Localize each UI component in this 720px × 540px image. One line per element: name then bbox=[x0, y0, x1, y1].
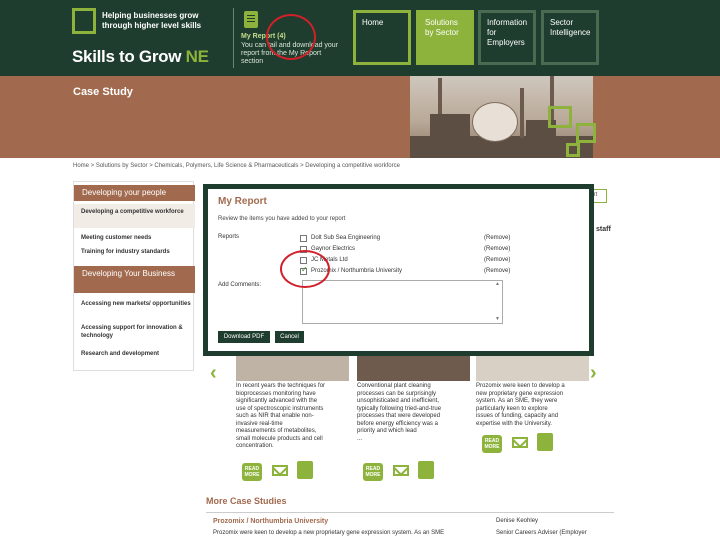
background-text-fragment: staff bbox=[596, 226, 611, 233]
report-name: JC Metals Ltd bbox=[311, 257, 348, 263]
my-report-link[interactable]: My Report (4) bbox=[241, 33, 286, 40]
cancel-button[interactable]: Cancel bbox=[275, 331, 304, 343]
case-study-image bbox=[357, 355, 470, 381]
remove-link[interactable]: (Remove) bbox=[484, 246, 510, 252]
read-more-button[interactable]: READ MORE bbox=[363, 463, 383, 481]
report-row: Prozomix / Northumbria University (Remov… bbox=[300, 265, 520, 277]
case-study-card: In recent years the techniques for biopro… bbox=[236, 355, 349, 483]
page-title: Case Study bbox=[73, 86, 133, 98]
read-more-button[interactable]: READ MORE bbox=[482, 435, 502, 453]
nav-sector-intelligence[interactable]: Sector Intelligence bbox=[541, 10, 599, 65]
more-case-studies-section: More Case Studies bbox=[206, 496, 614, 513]
contact-name: Denise Keohley bbox=[496, 518, 539, 524]
left-sidebar: Developing your people Developing a comp… bbox=[73, 181, 195, 371]
chimney bbox=[520, 88, 524, 138]
logo-tagline-line1: Helping businesses grow bbox=[102, 11, 199, 20]
mail-icon[interactable] bbox=[272, 465, 288, 476]
remove-link[interactable]: (Remove) bbox=[484, 268, 510, 274]
report-row: Gaynor Electrics (Remove) bbox=[300, 245, 520, 255]
header-divider bbox=[233, 8, 234, 68]
sidebar-item-new-markets[interactable]: Accessing new markets/ opportunities bbox=[81, 300, 191, 308]
sidebar-item-industry-standards[interactable]: Training for industry standards bbox=[81, 248, 191, 256]
case-study-text: Prozomix were keen to develop a new propr… bbox=[476, 383, 565, 427]
contact-role: Senior Careers Adviser (Employer bbox=[496, 530, 587, 536]
more-case-study-summary: Prozomix were keen to develop a new prop… bbox=[213, 530, 445, 536]
chevron-left-icon[interactable]: ‹ bbox=[210, 362, 217, 385]
site-header: Helping businesses grow through higher l… bbox=[0, 0, 720, 76]
more-case-study-link[interactable]: Prozomix / Northumbria University bbox=[213, 518, 328, 525]
sidebar-item-innovation-support[interactable]: Accessing support for innovation & techn… bbox=[81, 324, 191, 340]
nav-information-for-employers[interactable]: Information for Employers bbox=[478, 10, 536, 65]
report-checkbox-checked[interactable] bbox=[300, 265, 308, 275]
case-study-text: Conventional plant cleaning processes can… bbox=[357, 383, 442, 442]
more-case-studies-title: More Case Studies bbox=[206, 496, 287, 506]
case-study-card: Prozomix were keen to develop a new propr… bbox=[476, 355, 589, 483]
decorative-square bbox=[566, 143, 580, 157]
report-row: JC Metals Ltd (Remove) bbox=[300, 256, 520, 266]
my-report-dialog: My Report Review the items you have adde… bbox=[203, 184, 594, 356]
breadcrumb[interactable]: Home > Solutions by Sector > Chemicals, … bbox=[73, 163, 400, 169]
mail-icon[interactable] bbox=[512, 437, 528, 448]
my-report-desc-1: You can tail and download your bbox=[241, 42, 339, 49]
logo-main-text: Skills to Grow bbox=[72, 47, 186, 66]
decorative-square bbox=[576, 123, 596, 143]
nav-home[interactable]: Home bbox=[353, 10, 411, 65]
chevron-right-icon[interactable]: › bbox=[590, 362, 597, 385]
comments-input[interactable] bbox=[302, 280, 503, 324]
remove-link[interactable]: (Remove) bbox=[484, 257, 510, 263]
reports-label: Reports bbox=[218, 234, 240, 240]
dialog-description: Review the items you have added to your … bbox=[218, 216, 346, 222]
case-study-image bbox=[236, 355, 349, 381]
sidebar-item-research[interactable]: Research and development bbox=[81, 350, 191, 358]
site-logo[interactable]: Skills to Grow NE bbox=[72, 47, 209, 67]
sidebar-heading-people: Developing your people bbox=[74, 185, 195, 201]
sidebar-item-customer-needs[interactable]: Meeting customer needs bbox=[81, 234, 191, 242]
scroll-down-icon[interactable]: ▼ bbox=[495, 316, 500, 322]
my-report-desc-2: report from the My Report bbox=[241, 50, 322, 57]
case-study-image bbox=[476, 355, 589, 381]
read-more-button[interactable]: READ MORE bbox=[242, 463, 262, 481]
page-banner: Case Study bbox=[0, 76, 720, 158]
report-checkbox[interactable] bbox=[300, 246, 307, 253]
report-name: Prozomix / Northumbria University bbox=[311, 268, 403, 274]
storage-tank bbox=[472, 102, 518, 142]
case-study-text: In recent years the techniques for biopro… bbox=[236, 383, 326, 449]
mail-icon[interactable] bbox=[393, 465, 409, 476]
report-icon[interactable] bbox=[244, 11, 258, 28]
report-name: Dolt Sub Sea Engineering bbox=[311, 235, 381, 241]
comments-label: Add Comments: bbox=[218, 282, 262, 288]
download-pdf-button[interactable]: Download PDF bbox=[218, 331, 270, 343]
logo-tagline-line2: through higher level skills bbox=[102, 21, 202, 30]
report-checkbox[interactable] bbox=[300, 235, 307, 242]
decorative-square bbox=[548, 106, 572, 128]
logo-square-icon bbox=[72, 8, 96, 34]
sidebar-heading-business: Developing Your Business bbox=[74, 266, 195, 293]
add-to-report-icon[interactable] bbox=[418, 461, 434, 479]
report-row: Dolt Sub Sea Engineering (Remove) bbox=[300, 234, 520, 244]
sidebar-item-competitive-workforce[interactable]: Developing a competitive workforce bbox=[81, 208, 191, 216]
logo-ne-text: NE bbox=[185, 47, 209, 66]
nav-solutions-by-sector[interactable]: Solutions by Sector bbox=[416, 10, 474, 65]
add-to-report-icon[interactable] bbox=[537, 433, 553, 451]
report-name: Gaynor Electrics bbox=[311, 246, 356, 252]
case-study-card: Conventional plant cleaning processes can… bbox=[357, 355, 470, 483]
dialog-title: My Report bbox=[218, 196, 267, 207]
scroll-up-icon[interactable]: ▲ bbox=[495, 281, 500, 287]
comments-scrollbar[interactable]: ▲ ▼ bbox=[494, 281, 502, 323]
report-checkbox[interactable] bbox=[300, 257, 307, 264]
add-to-report-icon[interactable] bbox=[297, 461, 313, 479]
plant-structure bbox=[430, 114, 470, 140]
my-report-desc-3: section bbox=[241, 58, 264, 65]
remove-link[interactable]: (Remove) bbox=[484, 235, 510, 241]
